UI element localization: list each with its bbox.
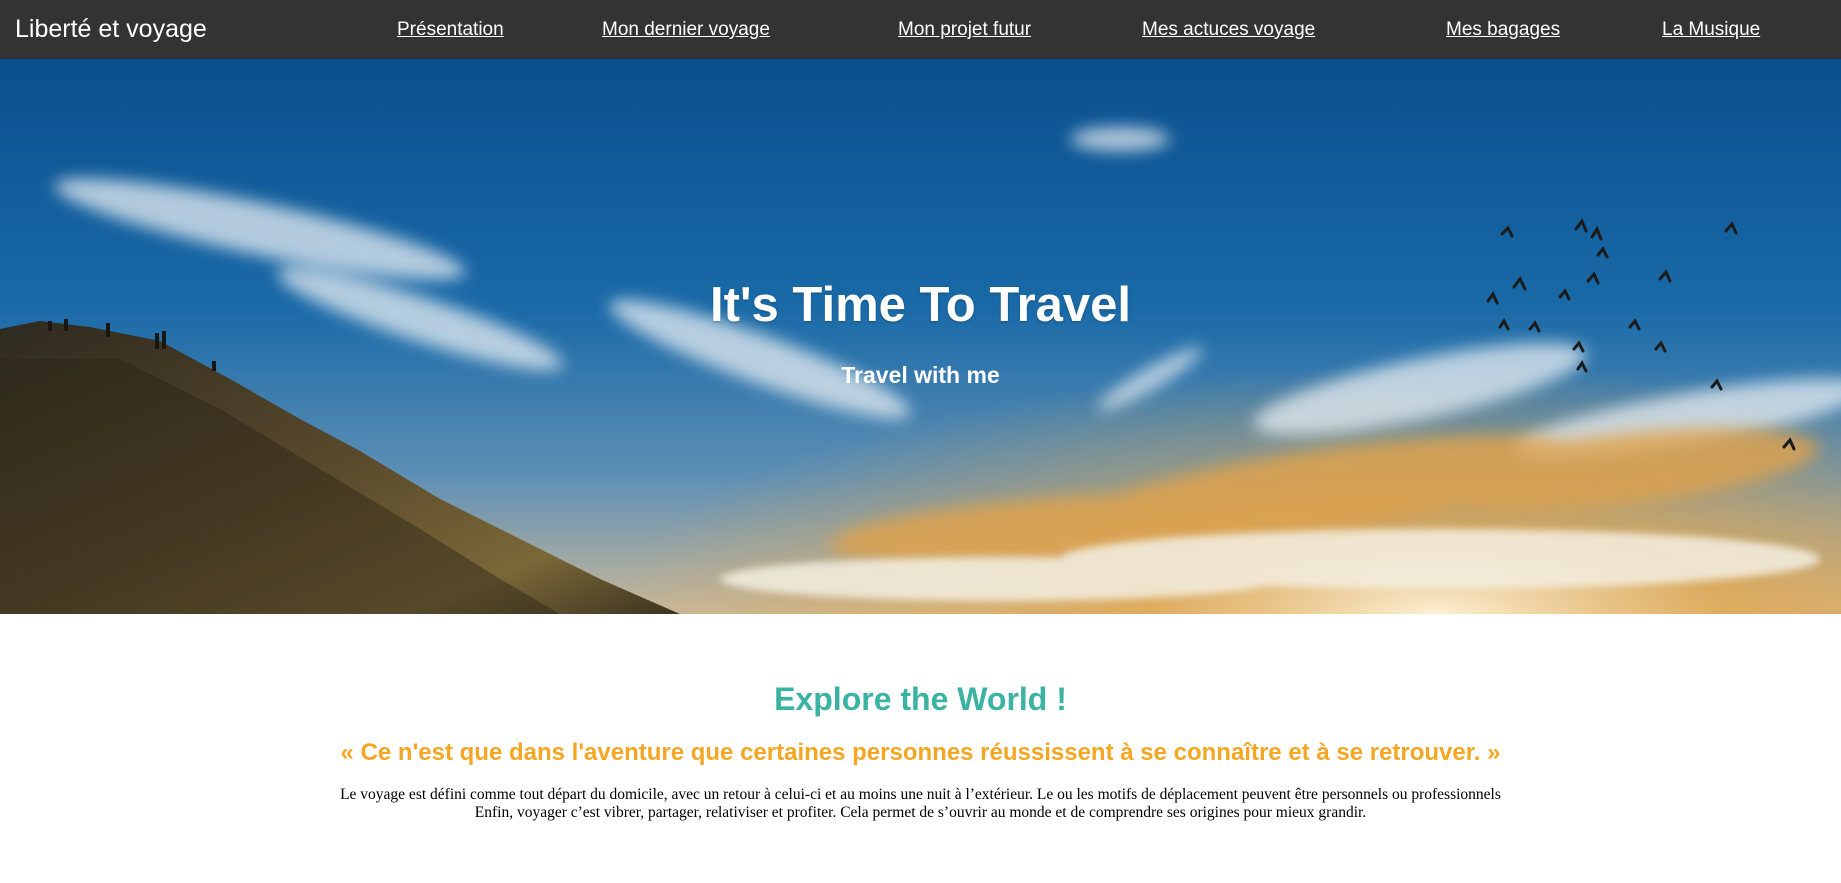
hero-banner: It's Time To Travel Travel with me xyxy=(0,59,1841,614)
section-title: Explore the World ! xyxy=(774,681,1067,717)
nav-link-projet-futur[interactable]: Mon projet futur xyxy=(898,18,1031,42)
hero-title: It's Time To Travel xyxy=(709,278,1132,332)
nav-link-dernier-voyage[interactable]: Mon dernier voyage xyxy=(602,18,770,42)
nav-link-musique[interactable]: La Musique xyxy=(1662,18,1760,42)
hero-subtitle: Travel with me xyxy=(841,362,1000,388)
hero-background-image xyxy=(0,59,1841,614)
nav-link-presentation[interactable]: Présentation xyxy=(397,18,504,42)
paragraph-line: Le voyage est défini comme tout départ d… xyxy=(340,786,1501,803)
quote-text: « Ce n'est que dans l'aventure que certa… xyxy=(340,739,1501,766)
nav-link-astuces-voyage[interactable]: Mes actuces voyage xyxy=(1142,18,1315,42)
intro-paragraph: Le voyage est défini comme tout départ d… xyxy=(0,786,1841,822)
site-brand[interactable]: Liberté et voyage xyxy=(15,14,207,44)
top-navbar: Liberté et voyage Présentation Mon derni… xyxy=(0,0,1841,59)
nav-link-bagages[interactable]: Mes bagages xyxy=(1446,18,1560,42)
paragraph-line: Enfin, voyager c’est vibrer, partager, r… xyxy=(474,804,1367,821)
